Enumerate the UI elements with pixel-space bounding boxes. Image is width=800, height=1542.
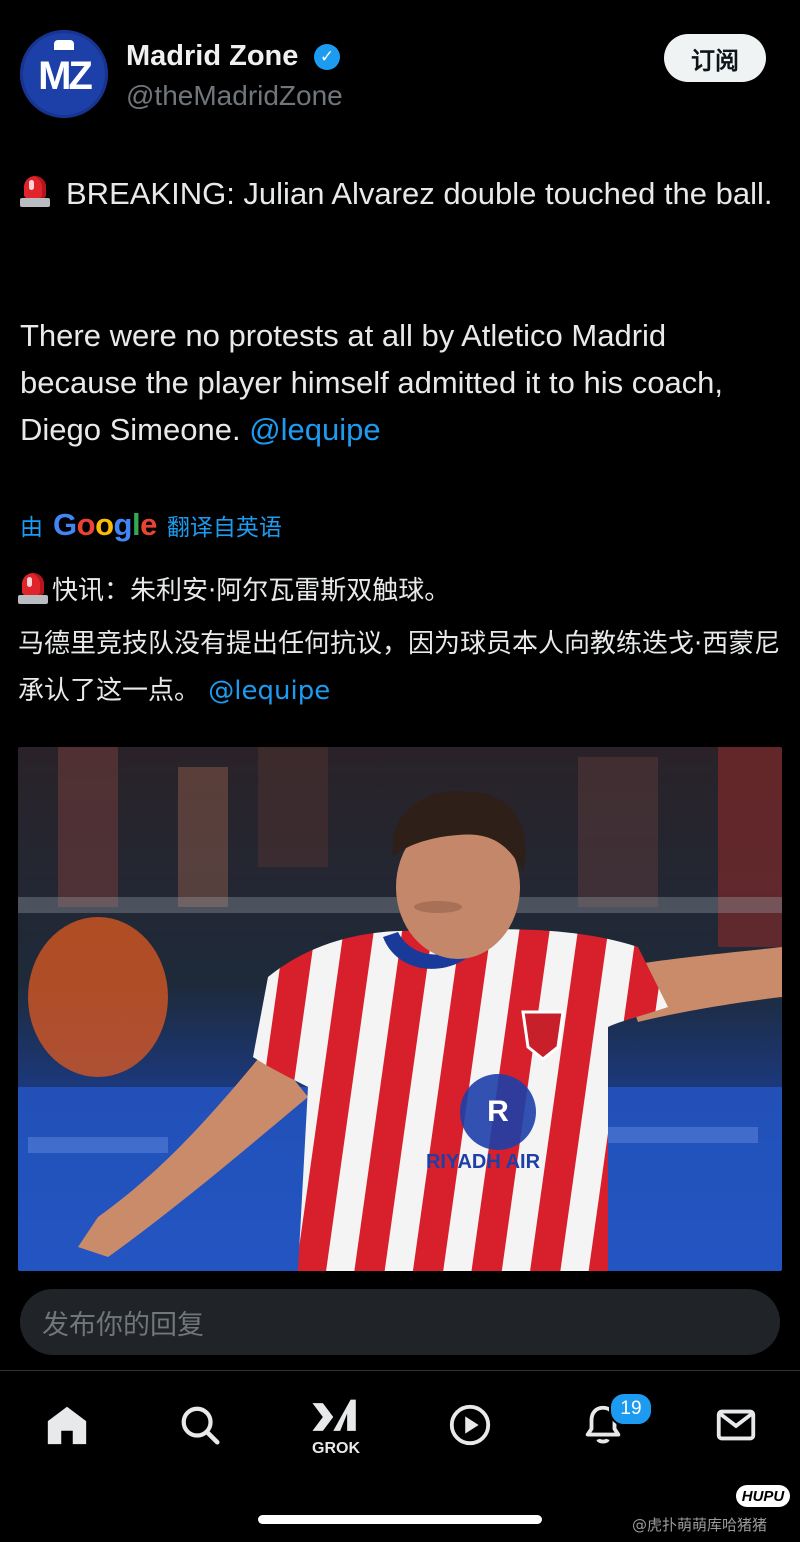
search-icon: [181, 1406, 220, 1445]
translation-suffix: 翻译自英语: [166, 515, 282, 541]
mail-icon: [716, 1409, 756, 1441]
svg-text:R: R: [487, 1095, 509, 1128]
player-photo: R RIYADH AIR: [18, 747, 782, 1271]
crown-icon: [54, 40, 74, 50]
tweet-media-image[interactable]: R RIYADH AIR: [18, 747, 782, 1271]
hupu-logo: HUPU: [736, 1485, 790, 1507]
tweet-text-1: BREAKING: Julian Alvarez double touched …: [66, 176, 773, 211]
google-logo: Google: [53, 507, 157, 542]
translated-text-2: 马德里竞技队没有提出任何抗议，因为球员本人向教练迭戈·西蒙尼承认了这一点。: [18, 629, 781, 706]
home-tab[interactable]: [37, 1395, 97, 1455]
verified-badge-icon: ✓: [314, 44, 340, 70]
watermark-text: @虎扑萌萌库哈猪猪: [632, 1516, 768, 1534]
tweet-paragraph-2: There were no protests at all by Atletic…: [20, 312, 790, 453]
translation-prefix: 由: [20, 515, 43, 541]
grok-icon: [312, 1399, 356, 1431]
translated-line-2: 马德里竞技队没有提出任何抗议，因为球员本人向教练迭戈·西蒙尼承认了这一点。 @l…: [18, 621, 793, 715]
notification-count-badge: 19: [609, 1392, 653, 1426]
translation-attribution[interactable]: 由 Google 翻译自英语: [20, 505, 282, 545]
video-tab[interactable]: [440, 1395, 500, 1455]
translated-line-1: 快讯：朱利安·阿尔瓦雷斯双触球。: [18, 568, 793, 615]
subscribe-button[interactable]: 订阅: [664, 34, 766, 82]
nav-divider: [0, 1370, 800, 1371]
jersey-sponsor-text: RIYADH AIR: [426, 1151, 541, 1173]
avatar[interactable]: MZ: [20, 30, 108, 118]
siren-emoji-icon: [18, 571, 48, 604]
siren-emoji-icon: [20, 174, 50, 208]
user-handle[interactable]: @theMadridZone: [126, 80, 343, 112]
translated-text-1: 快讯：朱利安·阿尔瓦雷斯双触球。: [52, 576, 451, 606]
reply-input[interactable]: 发布你的回复: [20, 1289, 780, 1355]
translated-mention-link[interactable]: @lequipe: [208, 676, 330, 706]
search-tab[interactable]: [170, 1395, 230, 1455]
home-icon: [47, 1406, 87, 1445]
tweet-paragraph-1: BREAKING: Julian Alvarez double touched …: [20, 170, 790, 217]
play-icon: [449, 1404, 491, 1446]
avatar-logo-text: MZ: [38, 53, 93, 98]
home-indicator[interactable]: [258, 1515, 542, 1524]
mention-link[interactable]: @lequipe: [249, 412, 380, 447]
grok-label: GROK: [312, 1440, 360, 1457]
messages-tab[interactable]: [706, 1395, 766, 1455]
display-name[interactable]: Madrid Zone: [126, 40, 298, 73]
